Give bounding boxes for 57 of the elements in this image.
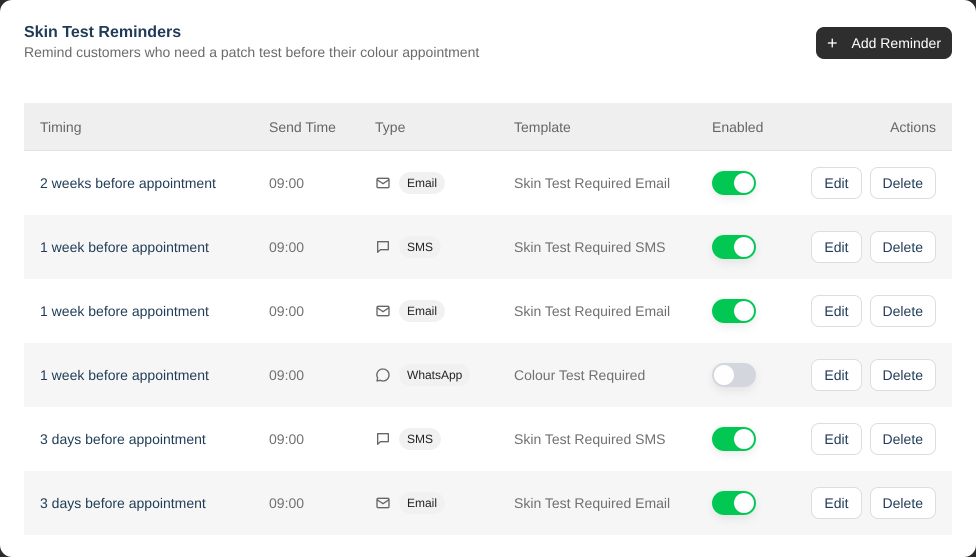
enabled-toggle[interactable] (712, 171, 756, 195)
column-header: Actions (890, 118, 936, 134)
template-cell-text: Skin Test Required Email (514, 303, 672, 319)
column-header: Timing (40, 118, 82, 134)
edit-button[interactable]: Edit (811, 487, 862, 519)
edit-button[interactable]: Edit (811, 295, 862, 327)
envelope-icon (375, 495, 391, 511)
timing-cell-text: 3 days before appointment (40, 431, 207, 447)
delete-button[interactable]: Delete (870, 295, 936, 327)
template-cell-text: Skin Test Required Email (514, 175, 672, 191)
template-cell-text: Colour Test Required (514, 367, 646, 383)
delete-button[interactable]: Delete (870, 231, 936, 263)
template-cell-text: Skin Test Required SMS (514, 239, 666, 255)
enabled-toggle[interactable] (712, 427, 756, 451)
enabled-toggle[interactable] (712, 299, 756, 323)
page-subtitle: Remind customers who need a patch test before their colour appointment (24, 44, 480, 60)
delete-button[interactable]: Delete (870, 487, 936, 519)
delete-button[interactable]: Delete (870, 167, 936, 199)
type-tag: Email (399, 172, 446, 194)
column-header: Enabled (712, 118, 764, 134)
enabled-toggle[interactable] (712, 363, 756, 387)
add-reminder-button[interactable]: + Add Reminder (816, 27, 952, 59)
type-tag: Email (399, 300, 446, 322)
send-time-cell-text: 09:00 (269, 367, 306, 383)
edit-button[interactable]: Edit (811, 231, 862, 263)
edit-button[interactable]: Edit (811, 359, 862, 391)
send-time-cell-text: 09:00 (269, 495, 306, 511)
send-time-cell-text: 09:00 (269, 431, 306, 447)
template-cell-text: Skin Test Required SMS (514, 431, 666, 447)
chat-bubble-icon (375, 239, 391, 255)
enabled-toggle[interactable] (712, 491, 756, 515)
envelope-icon (375, 303, 391, 319)
column-header: Send Time (269, 118, 337, 134)
timing-cell-text: 2 weeks before appointment (40, 175, 217, 191)
send-time-cell-text: 09:00 (269, 303, 306, 319)
type-tag: SMS (399, 428, 442, 450)
timing-cell-text: 1 week before appointment (40, 303, 210, 319)
edit-button[interactable]: Edit (811, 167, 862, 199)
column-header: Type (375, 118, 406, 134)
chat-bubble-icon (375, 431, 391, 447)
envelope-icon (375, 175, 391, 191)
send-time-cell-text: 09:00 (269, 239, 306, 255)
send-time-cell-text: 09:00 (269, 175, 306, 191)
edit-button[interactable]: Edit (811, 423, 862, 455)
type-tag: Email (399, 492, 446, 514)
delete-button[interactable]: Delete (870, 359, 936, 391)
timing-cell-text: 1 week before appointment (40, 367, 210, 383)
speech-bubble-icon (375, 367, 391, 383)
type-tag: WhatsApp (399, 364, 470, 386)
type-tag: SMS (399, 236, 442, 258)
template-cell-text: Skin Test Required Email (514, 495, 672, 511)
timing-cell-text: 3 days before appointment (40, 495, 207, 511)
column-header: Template (514, 118, 572, 134)
enabled-toggle[interactable] (712, 235, 756, 259)
timing-cell-text: 1 week before appointment (40, 239, 210, 255)
page-title: Skin Test Reminders (24, 24, 182, 42)
delete-button[interactable]: Delete (870, 423, 936, 455)
